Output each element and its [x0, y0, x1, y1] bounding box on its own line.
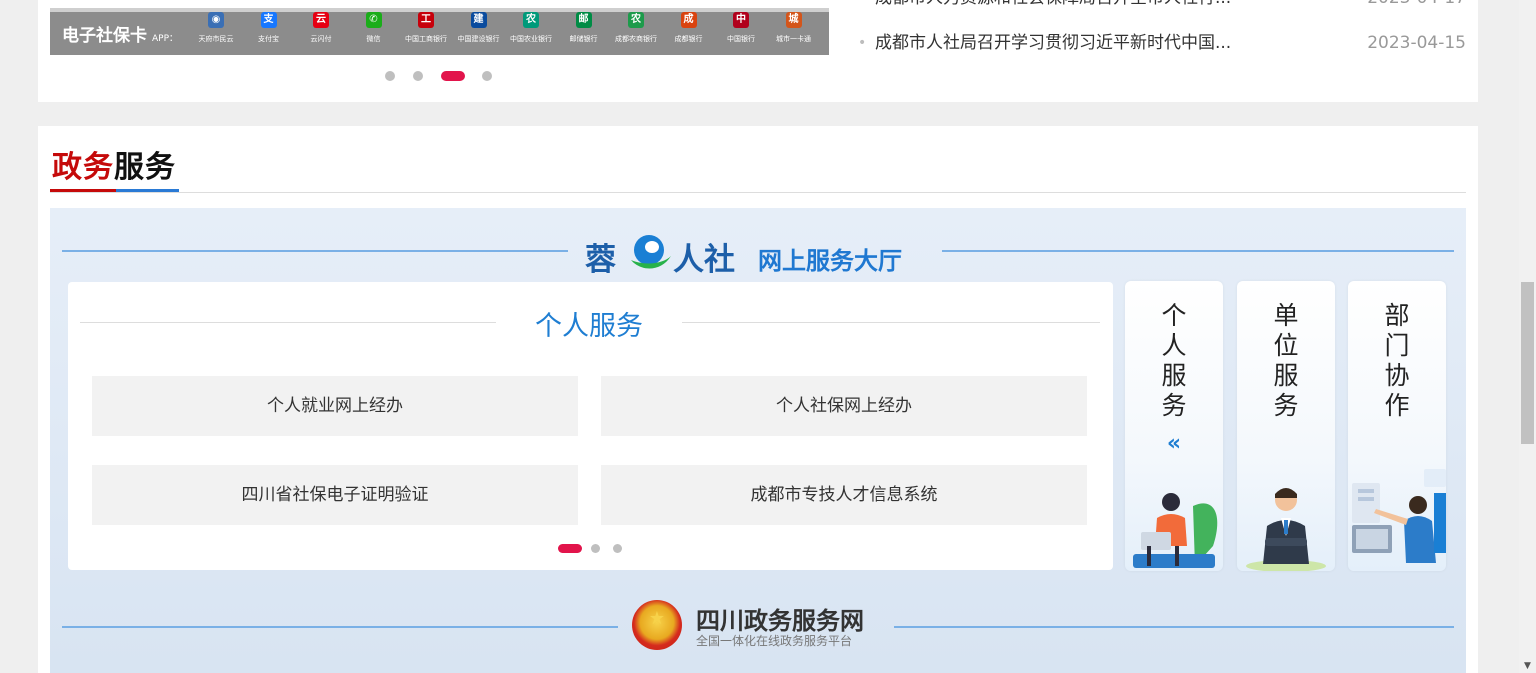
- service-button-certificate-verify[interactable]: 四川省社保电子证明验证: [92, 465, 578, 525]
- banner-dot-2[interactable]: [413, 71, 423, 81]
- hall-divider-right: [942, 250, 1454, 252]
- alipay-icon: 支: [260, 12, 277, 28]
- bank-app-item[interactable]: 城城市一卡通: [768, 12, 820, 44]
- boc-icon: 中: [733, 12, 749, 28]
- news-title[interactable]: 成都市人社局召开学习贯彻习近平新时代中国...: [875, 31, 1231, 55]
- bank-app-name: 微信: [366, 35, 381, 43]
- banner-app-label: APP：: [152, 34, 179, 44]
- ccb-icon: 建: [470, 12, 487, 28]
- logo-hall-subtitle: 网上服务大厅: [758, 247, 902, 275]
- bocd-icon: 成: [680, 12, 697, 28]
- e-swirl-icon: [631, 235, 671, 269]
- tab-personal-service[interactable]: 个 人 服 务 «: [1125, 281, 1223, 571]
- personal-service-card: 个人服务 个人就业网上经办 个人社保网上经办 四川省社保电子证明验证 成都市专技…: [68, 282, 1113, 570]
- bank-app-item[interactable]: ◉ 天府市民云: [190, 12, 242, 44]
- psbc-icon: 邮: [575, 12, 592, 28]
- bank-app-name: 天府市民云: [198, 35, 234, 43]
- bank-app-row: ◉ 天府市民云支支付宝云云闪付 ✆ 微信工中国工商银行建中国建设银行农中国农业银行邮邮…: [190, 12, 825, 54]
- service-button-talent-system[interactable]: 成都市专技人才信息系统: [601, 465, 1087, 525]
- tab-label: 个 人 服 务: [1161, 301, 1187, 420]
- news-panel: ◉ 天府市民云支支付宝云云闪付 ✆ 微信工中国工商银行建中国建设银行农中国农业银行邮邮…: [38, 0, 1478, 102]
- tab-label: 单 位 服 务: [1273, 301, 1299, 420]
- bank-app-item[interactable]: 支支付宝: [243, 12, 295, 44]
- national-emblem-icon: ★: [632, 600, 682, 650]
- tab-department-collaboration[interactable]: 部 门 协 作: [1348, 281, 1446, 571]
- gov-service-panel: 政务服务 蓉 人社 网上服务大厅 个人服务 个人就业网上经办 个人社保网上经办 …: [38, 126, 1478, 673]
- bank-app-item[interactable]: 建中国建设银行: [453, 12, 505, 44]
- person-laptop-illustration: [1133, 493, 1218, 568]
- double-chevron-left-icon: «: [1166, 431, 1182, 456]
- page-scrollbar[interactable]: ▼: [1519, 0, 1536, 673]
- bank-app-name: 中国银行: [727, 35, 755, 43]
- card-title: 个人服务: [535, 311, 643, 342]
- tianfu-icon: ◉: [208, 12, 224, 28]
- bank-app-item[interactable]: ✆ 微信: [348, 12, 400, 44]
- bank-app-name: 支付宝: [258, 35, 279, 43]
- bank-app-name: 成都农商银行: [615, 35, 657, 43]
- gov-divider-right: [894, 626, 1454, 628]
- gov-service-subtitle: 全国一体化在线政务服务平台: [696, 634, 853, 648]
- news-bullet-icon: •: [858, 0, 866, 10]
- scroll-down-arrow-icon[interactable]: ▼: [1519, 661, 1536, 671]
- scrollbar-thumb[interactable]: [1521, 282, 1534, 444]
- bank-app-item[interactable]: 邮邮储银行: [558, 12, 610, 44]
- gov-divider-left: [62, 626, 618, 628]
- emblem-star-icon: ★: [648, 608, 666, 629]
- unionpay-icon: 云: [313, 12, 329, 28]
- icbc-icon: 工: [418, 12, 434, 28]
- news-date: 2023-04-17: [1367, 0, 1466, 10]
- tab-unit-service[interactable]: 单 位 服 务: [1237, 281, 1335, 571]
- section-title-black: 服务: [114, 150, 176, 185]
- hall-divider-left: [62, 250, 568, 252]
- news-bullet-icon: •: [858, 35, 867, 51]
- section-title-red: 政务: [52, 150, 114, 185]
- bank-app-item[interactable]: 工中国工商银行: [400, 12, 452, 44]
- news-date: 2023-04-15: [1367, 33, 1466, 53]
- section-title: 政务服务: [52, 142, 176, 186]
- service-button-employment[interactable]: 个人就业网上经办: [92, 376, 578, 436]
- online-service-hall: 蓉 人社 网上服务大厅 个人服务 个人就业网上经办 个人社保网上经办 四川省社保…: [50, 208, 1466, 673]
- banner-dot-1[interactable]: [385, 71, 395, 81]
- gov-service-name: 四川政务服务网: [696, 607, 864, 635]
- tab-label: 部 门 协 作: [1384, 301, 1410, 420]
- card-divider-right: [682, 322, 1100, 323]
- card-dot-3[interactable]: [613, 544, 622, 553]
- banner-carousel[interactable]: ◉ 天府市民云支支付宝云云闪付 ✆ 微信工中国工商银行建中国建设银行农中国农业银行邮邮…: [50, 8, 829, 55]
- bank-app-item[interactable]: 云云闪付: [295, 12, 347, 44]
- bank-app-name: 云闪付: [310, 35, 332, 43]
- title-underline-red: [50, 189, 116, 192]
- bank-app-name: 中国农业银行: [510, 35, 552, 43]
- banner-title: 电子社保卡: [62, 26, 147, 46]
- title-underline-blue: [116, 189, 179, 192]
- section-divider: [50, 192, 1466, 193]
- news-item[interactable]: • 成都市人社局召开学习贯彻习近平新时代中国... 2023-04-15: [858, 31, 1466, 55]
- abc-icon: 农: [523, 12, 539, 28]
- bank-app-name: 成都银行: [674, 35, 703, 43]
- bank-app-name: 中国建设银行: [457, 35, 500, 43]
- card-dot-1-active[interactable]: [558, 544, 582, 553]
- rcb-icon: 农: [628, 12, 644, 28]
- banner-dot-3-active[interactable]: [441, 71, 465, 81]
- sichuan-gov-service-logo[interactable]: ★ 四川政务服务网 全国一体化在线政务服务平台: [632, 598, 892, 656]
- service-button-social-security[interactable]: 个人社保网上经办: [601, 376, 1087, 436]
- news-title[interactable]: 成都市人力资源和社会保障局召开全市人社行...: [875, 0, 1231, 10]
- wechat-icon: ✆: [365, 12, 382, 28]
- logo-renshe: 人社: [673, 242, 735, 278]
- bank-app-name: 邮储银行: [569, 35, 598, 43]
- bank-app-item[interactable]: 成成都银行: [663, 12, 715, 44]
- bank-app-name: 中国工商银行: [405, 35, 447, 43]
- presenter-illustration: [1352, 469, 1446, 563]
- card-divider-left: [80, 322, 496, 323]
- bank-app-name: 城市一卡通: [776, 35, 811, 43]
- news-item[interactable]: • 成都市人力资源和社会保障局召开全市人社行... 2023-04-17: [858, 0, 1466, 10]
- bank-app-item[interactable]: 中中国银行: [715, 12, 767, 44]
- businessman-illustration: [1246, 488, 1326, 571]
- banner-dot-4[interactable]: [482, 71, 492, 81]
- bank-app-item[interactable]: 农中国农业银行: [505, 12, 557, 44]
- logo-rong: 蓉: [585, 242, 616, 278]
- bank-app-item[interactable]: 农成都农商银行: [610, 12, 662, 44]
- city-card-icon: 城: [785, 12, 802, 28]
- card-dot-2[interactable]: [591, 544, 600, 553]
